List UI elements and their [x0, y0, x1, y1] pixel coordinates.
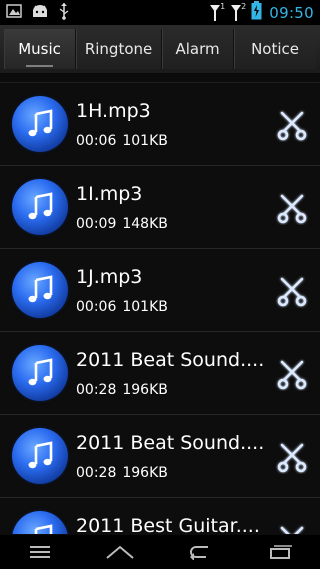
- music-note-icon: [12, 262, 68, 318]
- home-icon[interactable]: [100, 540, 140, 564]
- scissors-icon[interactable]: [275, 108, 309, 142]
- file-meta: 00:28 196KB: [76, 465, 168, 481]
- file-meta: 00:06 101KB: [76, 299, 168, 315]
- android-debug-icon: [30, 3, 50, 23]
- file-name: 1I.mp3: [76, 183, 143, 205]
- music-note-icon: [12, 96, 68, 152]
- clock: 09:50: [269, 3, 314, 22]
- scissors-icon[interactable]: [275, 440, 309, 474]
- music-note-icon: [12, 511, 68, 534]
- usb-icon: [58, 2, 70, 24]
- file-duration: 00:28: [76, 382, 117, 398]
- file-size: 101KB: [122, 299, 168, 315]
- file-duration: 00:28: [76, 465, 117, 481]
- scissors-icon[interactable]: [275, 357, 309, 391]
- file-name: 2011 Best Guitar....: [76, 515, 260, 534]
- file-name: 1H.mp3: [76, 100, 151, 122]
- music-note-icon: [12, 179, 68, 235]
- screenshot-icon: [6, 3, 22, 23]
- scissors-icon[interactable]: [275, 274, 309, 308]
- category-tab-bar: Music Ringtone Alarm Notice: [0, 25, 320, 74]
- file-name: 1J.mp3: [76, 266, 143, 288]
- list-item[interactable]: 1I.mp3 00:09 148KB: [0, 165, 320, 248]
- signal-2-icon: 2: [230, 1, 247, 22]
- music-file-list: 1H.mp3 00:06 101KB 1I.mp3 00:09 148KB 1J.mp3 00…: [0, 82, 320, 534]
- tab-alarm[interactable]: Alarm: [162, 29, 235, 69]
- list-item[interactable]: 2011 Best Guitar....: [0, 497, 320, 534]
- file-name: 2011 Beat Sound....: [76, 432, 265, 454]
- signal-2-label: 2: [241, 1, 247, 11]
- tab-notice[interactable]: Notice: [234, 29, 316, 69]
- file-duration: 00:06: [76, 133, 117, 149]
- file-name: 2011 Beat Sound....: [76, 349, 265, 371]
- file-size: 196KB: [122, 465, 168, 481]
- file-size: 148KB: [122, 216, 168, 232]
- list-item[interactable]: 2011 Beat Sound.... 00:28 196KB: [0, 414, 320, 497]
- back-icon[interactable]: [180, 540, 220, 564]
- list-item[interactable]: 1J.mp3 00:06 101KB: [0, 248, 320, 331]
- tab-ringtone[interactable]: Ringtone: [76, 29, 163, 69]
- scissors-icon[interactable]: [275, 523, 309, 534]
- file-size: 196KB: [122, 382, 168, 398]
- list-item[interactable]: 2011 Beat Sound.... 00:28 196KB: [0, 331, 320, 414]
- status-bar: 1 2 09:50: [0, 0, 320, 25]
- navigation-bar: [0, 535, 320, 569]
- battery-charging-icon: [251, 1, 262, 24]
- menu-icon[interactable]: [20, 540, 60, 564]
- music-note-icon: [12, 428, 68, 484]
- music-note-icon: [12, 345, 68, 401]
- file-meta: 00:06 101KB: [76, 133, 168, 149]
- file-size: 101KB: [122, 133, 168, 149]
- tab-music[interactable]: Music: [4, 29, 77, 69]
- file-duration: 00:06: [76, 299, 117, 315]
- signal-1-label: 1: [220, 1, 226, 11]
- file-meta: 00:28 196KB: [76, 382, 168, 398]
- list-item[interactable]: 1H.mp3 00:06 101KB: [0, 82, 320, 165]
- system-icons: 1 2 09:50: [209, 1, 314, 24]
- notification-icons: [6, 2, 70, 23]
- scissors-icon[interactable]: [275, 191, 309, 225]
- file-meta: 00:09 148KB: [76, 216, 168, 232]
- file-duration: 00:09: [76, 216, 117, 232]
- signal-1-icon: 1: [209, 1, 226, 22]
- recent-apps-icon[interactable]: [260, 540, 300, 564]
